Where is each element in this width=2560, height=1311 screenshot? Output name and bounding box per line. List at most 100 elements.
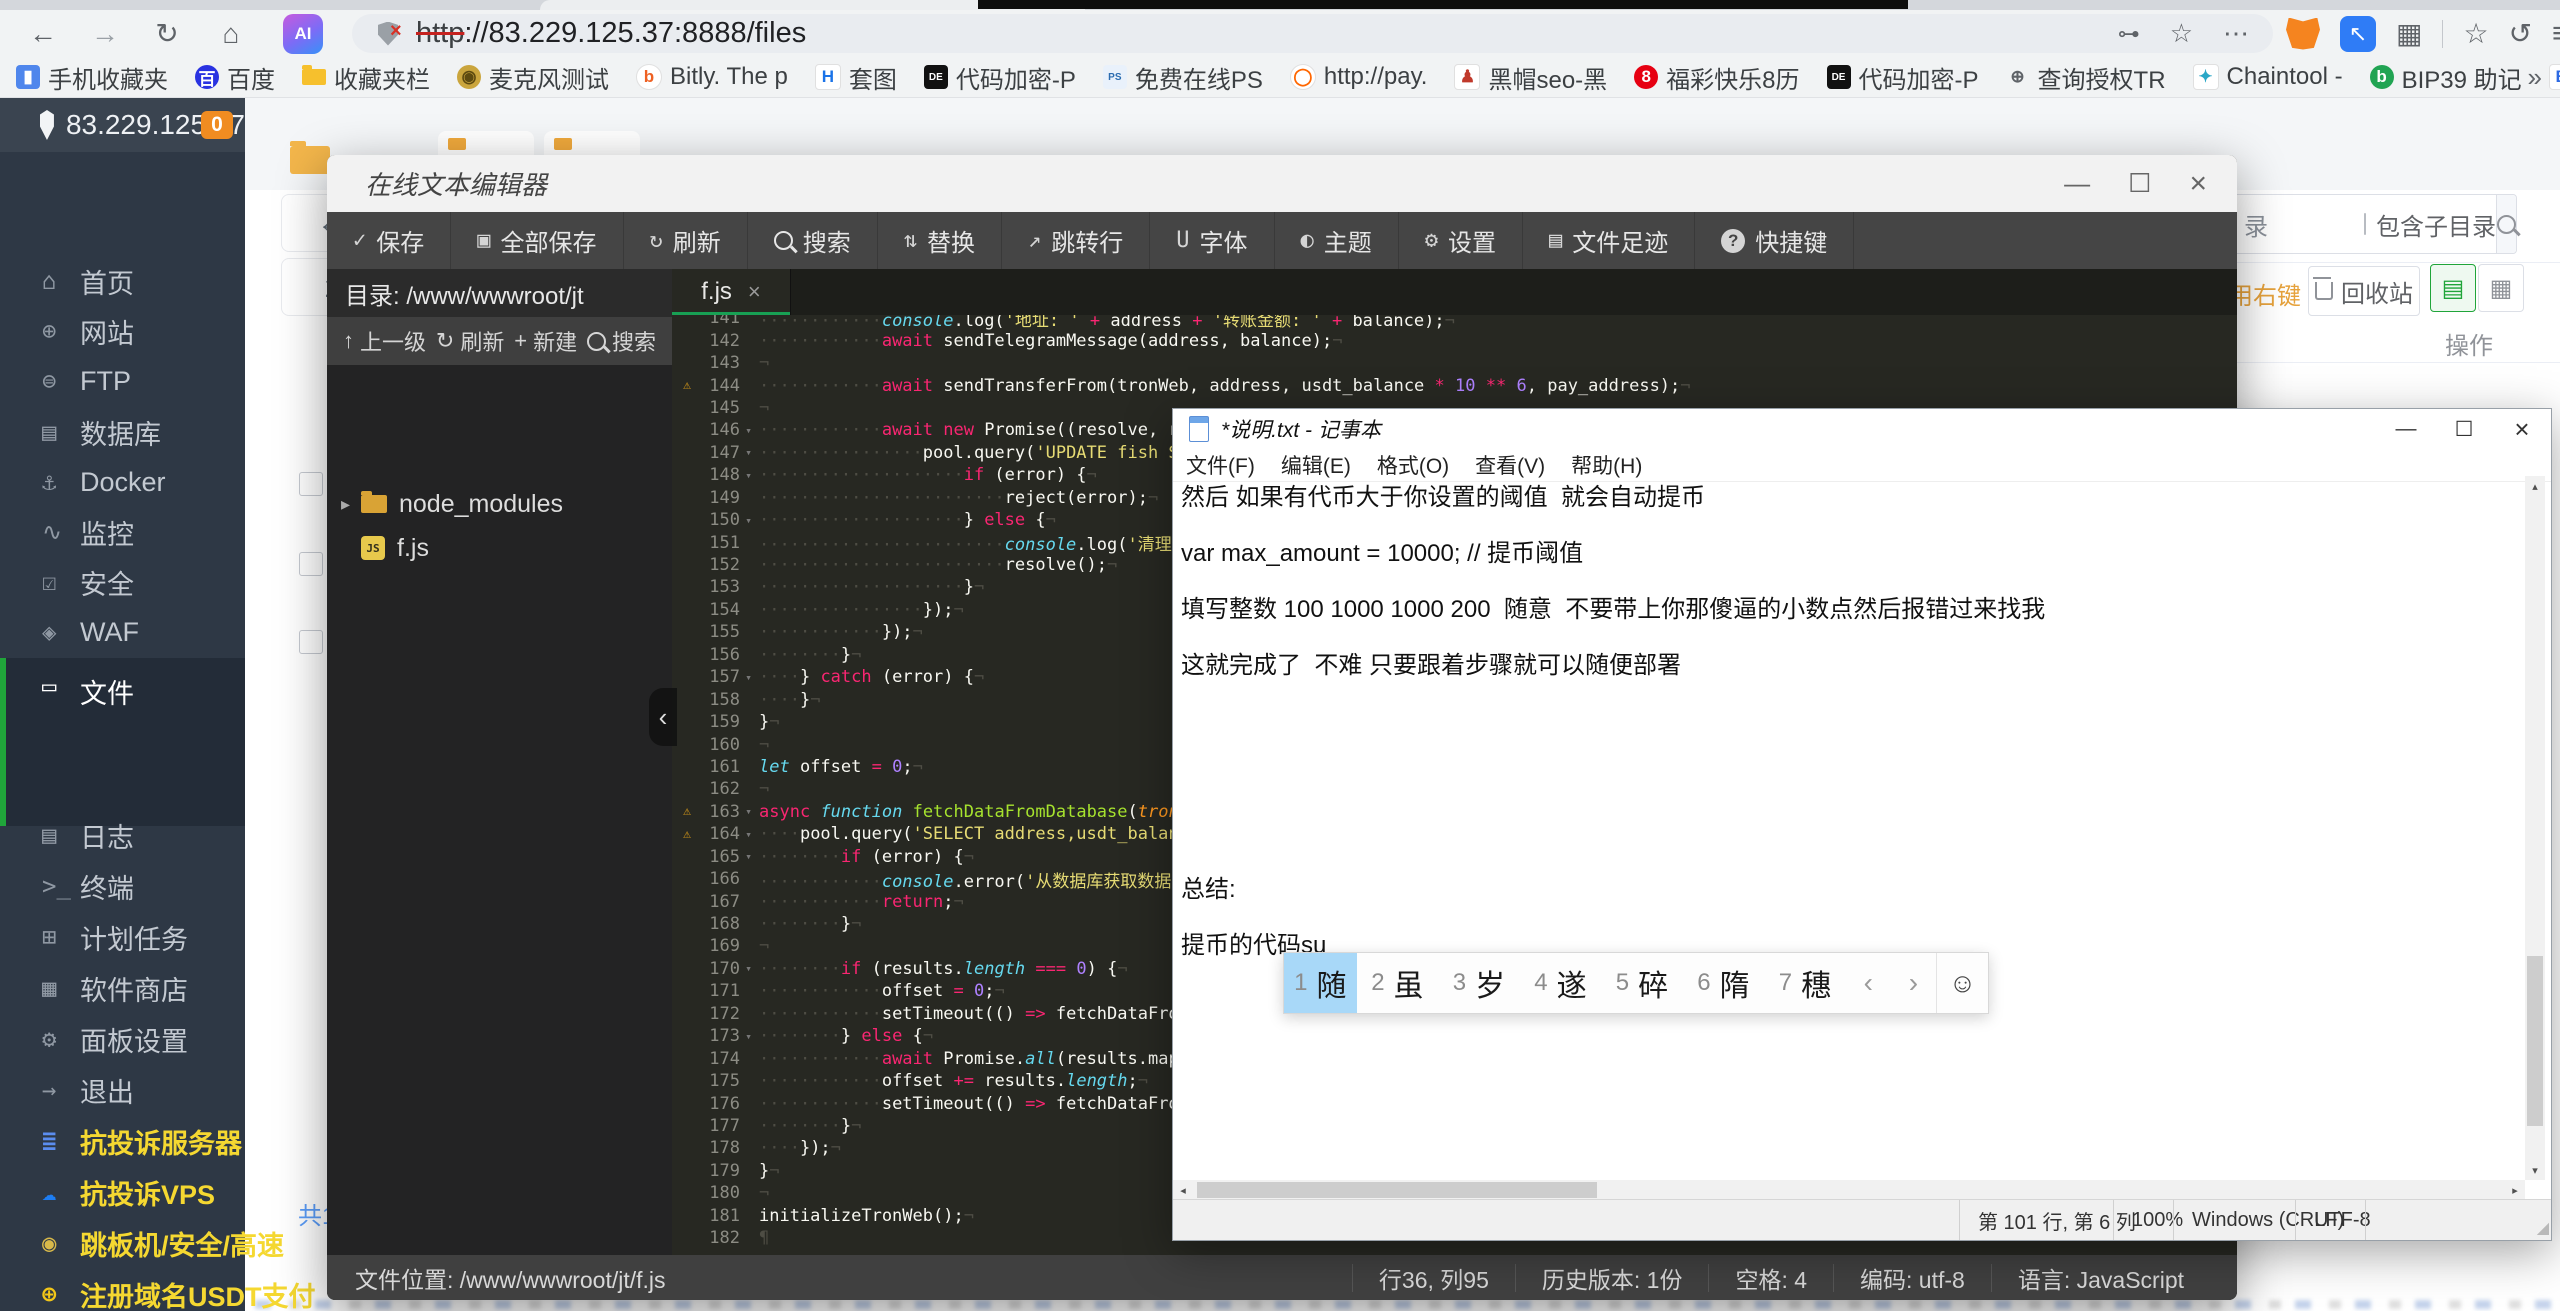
sidebar-item-文件[interactable]: ▭文件 <box>0 658 245 826</box>
toolbar-button-字体[interactable]: U字体 <box>1150 212 1274 269</box>
fold-arrow-icon[interactable]: ▾ <box>740 962 757 975</box>
toolbar-button-刷新[interactable]: ↻刷新 <box>624 212 748 269</box>
bookmark-item[interactable]: 百百度 <box>195 60 275 95</box>
ime-candidate-随[interactable]: 1随 <box>1284 953 1357 1013</box>
line-number[interactable]: 175 <box>702 1071 740 1091</box>
line-number[interactable]: 163 <box>702 802 740 822</box>
bookmark-item[interactable]: B登链社区 - <box>2549 60 2560 95</box>
line-number[interactable]: 143 <box>702 353 740 373</box>
list-view-toggle[interactable]: ▤ <box>2430 264 2476 312</box>
url-bar[interactable]: http://83.229.125.37:8888/files ⊶ ☆ ⋯ <box>352 14 2273 53</box>
line-number[interactable]: 177 <box>702 1116 740 1136</box>
editor-titlebar[interactable]: 在线文本编辑器 — ☐ × <box>327 155 2237 212</box>
row-checkbox[interactable] <box>299 630 323 654</box>
fold-arrow-icon[interactable]: ▾ <box>740 671 757 684</box>
menu-icon[interactable]: ≡ <box>2552 17 2560 51</box>
line-number[interactable]: 142 <box>702 331 740 351</box>
resize-grip[interactable]: ◢ <box>2537 1218 2549 1238</box>
toolbar-button-跳转行[interactable]: ↗跳转行 <box>1002 212 1150 269</box>
sidebar-item-安全[interactable]: ☑安全 <box>0 557 245 607</box>
url-text[interactable]: http://83.229.125.37:8888/files <box>416 17 806 50</box>
line-number[interactable]: 158 <box>702 690 740 710</box>
sidebar-item-WAF[interactable]: ◈WAF <box>0 607 245 657</box>
line-number[interactable]: 162 <box>702 779 740 799</box>
sidebar-item-首页[interactable]: ⌂首页 <box>0 256 245 306</box>
line-number[interactable]: 169 <box>702 936 740 956</box>
file-toolbar-刷新[interactable]: ↻刷新 <box>436 325 504 357</box>
reload-icon[interactable]: ↻ <box>142 10 192 57</box>
recycle-bin-button[interactable]: 回收站 <box>2308 266 2420 316</box>
tree-item-f.js[interactable]: JSf.js <box>327 526 672 570</box>
bookmark-item[interactable]: ◯http://pay. <box>1290 63 1428 91</box>
folder-icon[interactable] <box>290 146 330 174</box>
menu-文件(F)[interactable]: 文件(F) <box>1173 450 1268 480</box>
more-options-icon[interactable]: ⋯ <box>2223 18 2249 49</box>
sidebar-item-FTP[interactable]: ⊜FTP <box>0 356 245 406</box>
line-number[interactable]: 156 <box>702 645 740 665</box>
bookmark-item[interactable]: 收藏夹栏 <box>302 60 430 95</box>
line-number[interactable]: 153 <box>702 577 740 597</box>
sidebar-item-注册域名USDT支付[interactable]: ⊕注册域名USDT支付 <box>0 1269 245 1311</box>
search-box[interactable]: 录 包含子目录 <box>2233 194 2517 254</box>
ime-candidate-碎[interactable]: 5碎 <box>1601 953 1683 1013</box>
bookmark-item[interactable]: bBIP39 助记 <box>2370 60 2522 95</box>
notepad-text-area[interactable]: 然后 如果有代币大于你设置的阈值 就会自动提币 var max_amount =… <box>1173 482 2525 1180</box>
notepad-titlebar[interactable]: *说明.txt - 记事本 — ☐ × <box>1173 409 2551 449</box>
bookmarks-overflow-chevron[interactable]: » <box>2528 57 2542 98</box>
bookmark-item[interactable]: ▮手机收藏夹 <box>16 60 168 95</box>
sidebar-item-退出[interactable]: →退出 <box>0 1065 245 1115</box>
fold-arrow-icon[interactable]: ▾ <box>740 1030 757 1043</box>
line-number[interactable]: 149 <box>702 488 740 508</box>
cursor-extension-icon[interactable]: ↖ <box>2340 16 2376 52</box>
bookmark-item[interactable]: DE代码加密-P <box>924 60 1076 95</box>
close-icon[interactable]: × <box>2189 167 2207 201</box>
path-tab[interactable] <box>544 131 640 157</box>
line-number[interactable]: 152 <box>702 555 740 575</box>
file-toolbar-上一级[interactable]: ↑上一级 <box>343 325 426 357</box>
menu-编辑(E)[interactable]: 编辑(E) <box>1268 450 1364 480</box>
bookmark-star-icon[interactable]: ☆ <box>2170 18 2193 49</box>
fold-arrow-icon[interactable]: ▾ <box>740 446 757 459</box>
ime-prev-page-icon[interactable]: ‹ <box>1846 953 1891 1013</box>
minimize-icon[interactable]: — <box>2064 168 2090 199</box>
line-number[interactable]: 151 <box>702 533 740 553</box>
ai-extension-icon[interactable]: AI <box>283 14 323 54</box>
bookmark-item[interactable]: bBitly. The p <box>636 63 788 91</box>
horizontal-scrollbar[interactable]: ◂ ▸ <box>1173 1180 2525 1200</box>
close-icon[interactable]: × <box>2493 409 2551 449</box>
line-number[interactable]: 170 <box>702 959 740 979</box>
bookmark-item[interactable]: H套图 <box>815 60 897 95</box>
sidebar-item-面板设置[interactable]: ⚙面板设置 <box>0 1014 245 1064</box>
line-number[interactable]: 181 <box>702 1206 740 1226</box>
line-number[interactable]: 176 <box>702 1094 740 1114</box>
toolbar-button-快捷键[interactable]: ?快捷键 <box>1695 212 1854 269</box>
sidebar-item-终端[interactable]: >_终端 <box>0 861 245 911</box>
line-number[interactable]: 168 <box>702 914 740 934</box>
bookmark-item[interactable]: ⊕查询授权TR <box>2006 60 2166 95</box>
line-number[interactable]: 150 <box>702 510 740 530</box>
favorites-list-icon[interactable]: ☆ <box>2463 17 2488 50</box>
tab-fjs[interactable]: f.js × <box>672 269 791 315</box>
bookmark-item[interactable]: 8福彩快乐8历 <box>1634 60 1799 95</box>
fold-arrow-icon[interactable]: ▾ <box>740 805 757 818</box>
bookmark-item[interactable]: PS免费在线PS <box>1103 60 1263 95</box>
line-number[interactable]: 141 <box>702 315 740 328</box>
ime-candidate-岁[interactable]: 3岁 <box>1438 953 1520 1013</box>
menu-格式(O)[interactable]: 格式(O) <box>1364 450 1462 480</box>
undo-icon[interactable]: ↺ <box>2509 17 2532 50</box>
sidebar-item-Docker[interactable]: ⚓Docker <box>0 457 245 507</box>
line-number[interactable]: 161 <box>702 757 740 777</box>
line-number[interactable]: 166 <box>702 869 740 889</box>
home-icon[interactable]: ⌂ <box>206 10 256 57</box>
fold-arrow-icon[interactable]: ▾ <box>740 828 757 841</box>
grid-view-toggle[interactable]: ▦ <box>2478 264 2524 312</box>
ime-emoji-icon[interactable]: ☺ <box>1936 953 1988 1013</box>
bookmark-item[interactable]: DE代码加密-P <box>1827 60 1979 95</box>
line-number[interactable]: 144 <box>702 376 740 396</box>
sidebar-item-监控[interactable]: ∿监控 <box>0 507 245 557</box>
message-badge[interactable]: 0 <box>201 111 233 139</box>
line-number[interactable]: 160 <box>702 735 740 755</box>
back-icon[interactable]: ← <box>18 10 68 57</box>
scroll-right-icon[interactable]: ▸ <box>2505 1180 2525 1200</box>
include-subdir-checkbox[interactable] <box>2364 213 2366 235</box>
